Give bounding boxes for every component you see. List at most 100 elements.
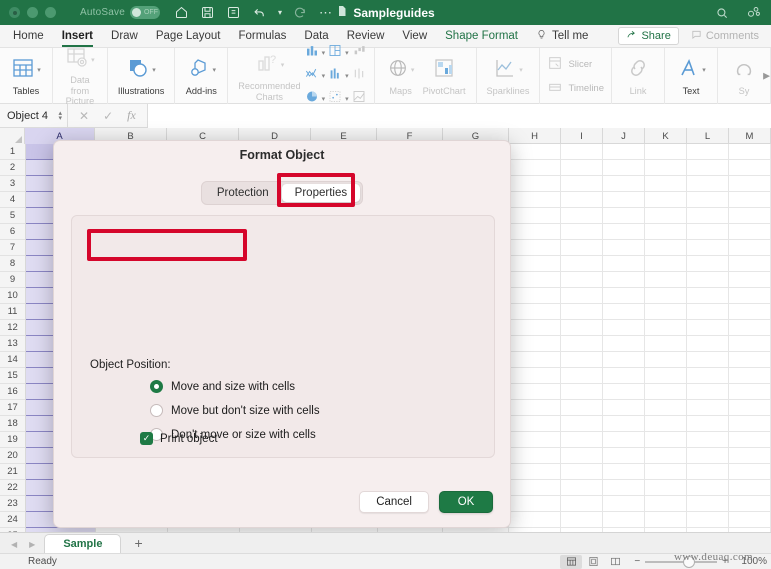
cell-H19[interactable] xyxy=(509,432,562,448)
cell-J12[interactable] xyxy=(603,320,646,336)
add-ins-button[interactable]: ▾ Add-ins xyxy=(182,50,220,102)
cell-M3[interactable] xyxy=(729,176,771,192)
cancel-button[interactable]: Cancel xyxy=(359,491,429,513)
chevron-down-icon[interactable]: ▾ xyxy=(213,66,217,74)
cell-I5[interactable] xyxy=(561,208,604,224)
cell-J16[interactable] xyxy=(603,384,646,400)
cell-L8[interactable] xyxy=(687,256,730,272)
column-header-h[interactable]: H xyxy=(509,128,561,144)
checkbox-checked-icon[interactable]: ✓ xyxy=(140,432,153,445)
cell-J15[interactable] xyxy=(603,368,646,384)
row-header-10[interactable]: 10 xyxy=(0,288,25,304)
cell-M7[interactable] xyxy=(729,240,771,256)
column-header-i[interactable]: I xyxy=(561,128,603,144)
cell-M17[interactable] xyxy=(729,400,771,416)
cell-K1[interactable] xyxy=(645,144,688,160)
cell-H8[interactable] xyxy=(509,256,562,272)
cell-H14[interactable] xyxy=(509,352,562,368)
row-header-4[interactable]: 4 xyxy=(0,192,25,208)
cell-M15[interactable] xyxy=(729,368,771,384)
cell-I11[interactable] xyxy=(561,304,604,320)
cell-K3[interactable] xyxy=(645,176,688,192)
row-header-2[interactable]: 2 xyxy=(0,160,25,176)
cell-H9[interactable] xyxy=(509,272,562,288)
tab-page-layout[interactable]: Page Layout xyxy=(147,25,230,48)
cell-H13[interactable] xyxy=(509,336,562,352)
cell-H17[interactable] xyxy=(509,400,562,416)
cell-I19[interactable] xyxy=(561,432,604,448)
cell-L24[interactable] xyxy=(687,512,730,528)
cell-M13[interactable] xyxy=(729,336,771,352)
cell-I8[interactable] xyxy=(561,256,604,272)
text-button[interactable]: ▾ Text xyxy=(672,50,710,102)
row-header-24[interactable]: 24 xyxy=(0,512,25,528)
cell-M6[interactable] xyxy=(729,224,771,240)
zoom-out-button[interactable]: − xyxy=(634,556,640,567)
cell-H21[interactable] xyxy=(509,464,562,480)
chevron-down-icon[interactable]: ▾ xyxy=(37,66,41,74)
cell-M5[interactable] xyxy=(729,208,771,224)
waterfall-chart-icon[interactable] xyxy=(351,43,367,63)
cell-L11[interactable] xyxy=(687,304,730,320)
row-header-3[interactable]: 3 xyxy=(0,176,25,192)
cell-I6[interactable] xyxy=(561,224,604,240)
cell-K15[interactable] xyxy=(645,368,688,384)
cell-M22[interactable] xyxy=(729,480,771,496)
chevron-down-icon[interactable]: ▾ xyxy=(322,72,326,80)
ribbon-overflow-icon[interactable]: ▶ xyxy=(763,70,770,81)
column-header-k[interactable]: K xyxy=(645,128,687,144)
cell-H23[interactable] xyxy=(509,496,562,512)
tab-draw[interactable]: Draw xyxy=(102,25,147,48)
cell-H1[interactable] xyxy=(509,144,562,160)
cell-I7[interactable] xyxy=(561,240,604,256)
cell-L7[interactable] xyxy=(687,240,730,256)
cell-J19[interactable] xyxy=(603,432,646,448)
cell-K4[interactable] xyxy=(645,192,688,208)
collaborate-icon[interactable] xyxy=(746,5,761,20)
cell-K22[interactable] xyxy=(645,480,688,496)
cell-K12[interactable] xyxy=(645,320,688,336)
cell-M9[interactable] xyxy=(729,272,771,288)
cell-K17[interactable] xyxy=(645,400,688,416)
cell-L9[interactable] xyxy=(687,272,730,288)
cell-H20[interactable] xyxy=(509,448,562,464)
row-header-12[interactable]: 12 xyxy=(0,320,25,336)
cell-K8[interactable] xyxy=(645,256,688,272)
tab-formulas[interactable]: Formulas xyxy=(229,25,295,48)
cell-I1[interactable] xyxy=(561,144,604,160)
name-box-stepper[interactable]: ▴ ▾ xyxy=(58,110,62,122)
cell-M12[interactable] xyxy=(729,320,771,336)
row-header-9[interactable]: 9 xyxy=(0,272,25,288)
print-object-checkbox-row[interactable]: ✓ Print object xyxy=(140,432,218,445)
cell-I9[interactable] xyxy=(561,272,604,288)
cell-J9[interactable] xyxy=(603,272,646,288)
cell-H6[interactable] xyxy=(509,224,562,240)
tab-shape-format[interactable]: Shape Format xyxy=(436,25,527,48)
cell-K6[interactable] xyxy=(645,224,688,240)
cell-I12[interactable] xyxy=(561,320,604,336)
tell-me-button[interactable]: Tell me xyxy=(527,25,597,48)
next-sheet-icon[interactable]: ▶ xyxy=(29,540,35,549)
cell-K7[interactable] xyxy=(645,240,688,256)
cell-I16[interactable] xyxy=(561,384,604,400)
bar-chart-icon[interactable] xyxy=(327,66,343,86)
cell-H4[interactable] xyxy=(509,192,562,208)
cell-L14[interactable] xyxy=(687,352,730,368)
cell-H3[interactable] xyxy=(509,176,562,192)
cell-K23[interactable] xyxy=(645,496,688,512)
cell-L19[interactable] xyxy=(687,432,730,448)
cell-J3[interactable] xyxy=(603,176,646,192)
column-header-m[interactable]: M xyxy=(729,128,771,144)
chevron-down-icon[interactable]: ▾ xyxy=(345,49,349,57)
cell-L20[interactable] xyxy=(687,448,730,464)
tables-button[interactable]: ▾ Tables xyxy=(7,50,45,102)
column-header-j[interactable]: J xyxy=(603,128,645,144)
confirm-icon[interactable]: ✓ xyxy=(103,109,113,123)
cell-L17[interactable] xyxy=(687,400,730,416)
cell-J5[interactable] xyxy=(603,208,646,224)
cell-I4[interactable] xyxy=(561,192,604,208)
chevron-down-icon[interactable]: ▾ xyxy=(345,72,349,80)
cell-H10[interactable] xyxy=(509,288,562,304)
cell-J2[interactable] xyxy=(603,160,646,176)
cell-M1[interactable] xyxy=(729,144,771,160)
